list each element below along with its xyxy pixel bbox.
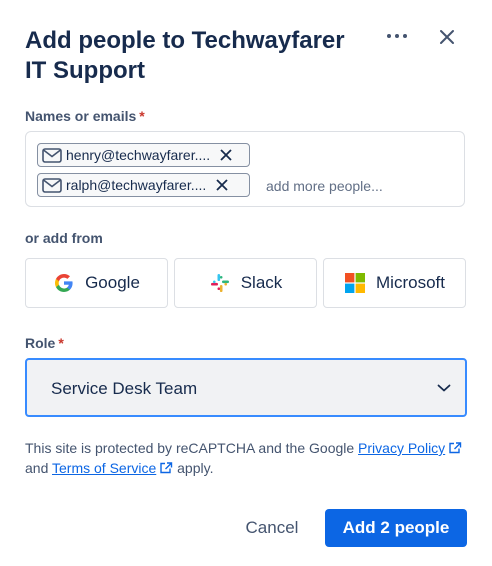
legal-text-after: apply. xyxy=(173,460,214,476)
required-marker: * xyxy=(58,335,64,351)
add-people-dialog: Add people to Techwayfarer IT Support Na… xyxy=(0,0,492,566)
close-icon xyxy=(440,30,454,44)
names-input-box[interactable]: henry@techwayfarer.... ralph@techwayfare… xyxy=(25,131,465,207)
mail-icon xyxy=(42,147,62,163)
role-select[interactable]: Service Desk Team xyxy=(25,358,467,417)
microsoft-button[interactable]: Microsoft xyxy=(323,258,466,308)
google-label: Google xyxy=(85,273,140,292)
privacy-policy-link[interactable]: Privacy Policy xyxy=(358,440,462,456)
slack-logo-icon xyxy=(209,272,231,294)
dialog-title: Add people to Techwayfarer IT Support xyxy=(25,27,345,84)
role-label: Role * xyxy=(25,335,64,351)
chip-label: ralph@techwayfarer.... xyxy=(66,177,207,193)
terms-of-service-link[interactable]: Terms of Service xyxy=(52,460,173,476)
legal-text-and: and xyxy=(25,460,52,476)
add-people-button[interactable]: Add 2 people xyxy=(325,509,467,547)
slack-label: Slack xyxy=(240,273,283,292)
add-from-label: or add from xyxy=(25,230,103,246)
mail-icon xyxy=(42,177,62,193)
slack-button[interactable]: Slack xyxy=(174,258,317,308)
role-label-text: Role xyxy=(25,335,56,351)
google-button[interactable]: Google xyxy=(25,258,168,308)
external-link-icon xyxy=(449,442,462,454)
terms-of-service-link-label: Terms of Service xyxy=(52,460,157,476)
external-link-icon xyxy=(160,462,173,474)
names-label: Names or emails * xyxy=(25,108,145,124)
legal-text-before: This site is protected by reCAPTCHA and … xyxy=(25,440,359,456)
close-button[interactable] xyxy=(434,24,460,50)
privacy-policy-link-label: Privacy Policy xyxy=(358,440,446,456)
names-label-text: Names or emails xyxy=(25,108,137,124)
remove-chip-icon[interactable] xyxy=(218,147,234,163)
add-more-people-input[interactable] xyxy=(266,176,456,196)
chip-label: henry@techwayfarer.... xyxy=(66,147,211,163)
remove-chip-icon[interactable] xyxy=(214,177,230,193)
google-logo-icon xyxy=(53,272,75,294)
more-options-button[interactable] xyxy=(383,24,411,48)
email-chip-ralph: ralph@techwayfarer.... xyxy=(37,173,250,197)
role-selected-value: Service Desk Team xyxy=(51,379,198,398)
more-horizontal-icon xyxy=(387,34,407,38)
recaptcha-notice: This site is protected by reCAPTCHA and … xyxy=(25,438,467,478)
microsoft-label: Microsoft xyxy=(376,273,445,292)
microsoft-logo-icon xyxy=(344,272,366,294)
cancel-button[interactable]: Cancel xyxy=(229,509,315,547)
email-chip-henry: henry@techwayfarer.... xyxy=(37,143,250,167)
required-marker: * xyxy=(139,108,145,124)
chevron-down-icon xyxy=(435,379,453,397)
